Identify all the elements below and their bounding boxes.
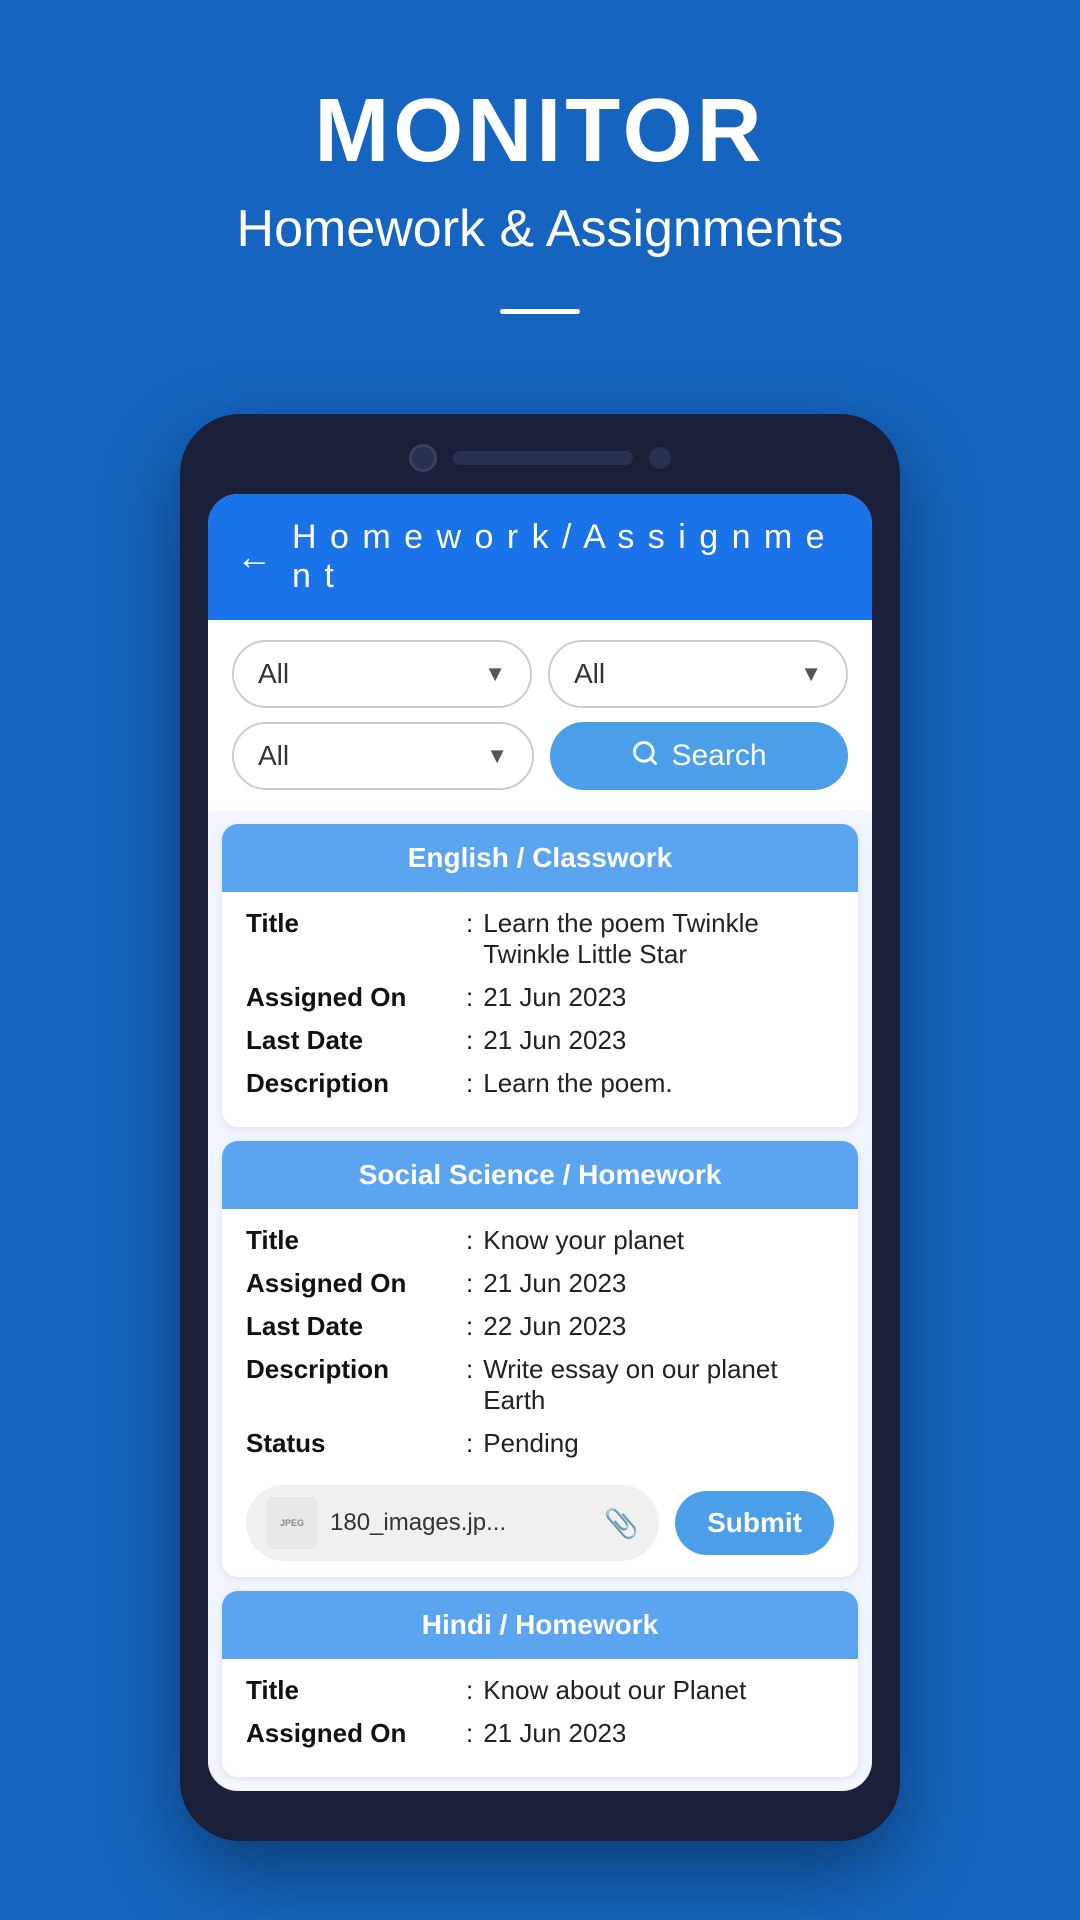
field-label: Title bbox=[246, 1675, 466, 1706]
table-row: Status : Pending bbox=[246, 1428, 834, 1459]
field-label: Assigned On bbox=[246, 982, 466, 1013]
submit-button[interactable]: Submit bbox=[675, 1491, 834, 1555]
field-value: Learn the poem Twinkle Twinkle Little St… bbox=[483, 908, 834, 970]
card-header-social-science: Social Science / Homework bbox=[222, 1141, 858, 1209]
field-value: Know about our Planet bbox=[483, 1675, 834, 1706]
colon: : bbox=[466, 1225, 473, 1256]
main-title: MONITOR bbox=[314, 80, 765, 183]
field-label: Last Date bbox=[246, 1025, 466, 1056]
field-value: 22 Jun 2023 bbox=[483, 1311, 834, 1342]
search-button[interactable]: Search bbox=[550, 722, 848, 790]
filters-section: All ▼ All ▼ All ▼ bbox=[208, 620, 872, 810]
file-name: 180_images.jp... bbox=[330, 1509, 592, 1537]
field-label: Status bbox=[246, 1428, 466, 1459]
dropdown-filter-1[interactable]: All ▼ bbox=[232, 640, 532, 708]
field-value: 21 Jun 2023 bbox=[483, 1268, 834, 1299]
phone-mockup: ← H o m e w o r k / A s s i g n m e n t … bbox=[180, 414, 900, 1841]
attachment-icon: 📎 bbox=[604, 1507, 639, 1540]
field-label: Last Date bbox=[246, 1311, 466, 1342]
dropdown-value-1: All bbox=[258, 658, 289, 690]
colon: : bbox=[466, 1025, 473, 1056]
back-button[interactable]: ← bbox=[236, 536, 272, 578]
phone-camera bbox=[409, 444, 437, 472]
colon: : bbox=[466, 1268, 473, 1299]
card-body-social-science: Title : Know your planet Assigned On : 2… bbox=[222, 1209, 858, 1577]
screen-title: H o m e w o r k / A s s i g n m e n t bbox=[292, 518, 844, 596]
field-label: Description bbox=[246, 1068, 466, 1099]
table-row: Assigned On : 21 Jun 2023 bbox=[246, 982, 834, 1013]
assignment-card-english: English / Classwork Title : Learn the po… bbox=[222, 824, 858, 1127]
file-submit-row: JPEG 180_images.jp... 📎 Submit bbox=[246, 1475, 834, 1561]
status-badge: Pending bbox=[483, 1428, 834, 1459]
header-section: MONITOR Homework & Assignments bbox=[0, 0, 1080, 354]
field-value: 21 Jun 2023 bbox=[483, 1025, 834, 1056]
phone-speaker bbox=[453, 451, 633, 465]
table-row: Description : Learn the poem. bbox=[246, 1068, 834, 1099]
phone-sensor bbox=[649, 447, 671, 469]
table-row: Assigned On : 21 Jun 2023 bbox=[246, 1718, 834, 1749]
assignment-card-social-science: Social Science / Homework Title : Know y… bbox=[222, 1141, 858, 1577]
card-header-text-hindi: Hindi / Homework bbox=[422, 1609, 658, 1640]
file-chip[interactable]: JPEG 180_images.jp... 📎 bbox=[246, 1485, 659, 1561]
table-row: Title : Know your planet bbox=[246, 1225, 834, 1256]
file-icon: JPEG bbox=[266, 1497, 318, 1549]
card-header-text-social-science: Social Science / Homework bbox=[359, 1159, 722, 1190]
assignments-list: English / Classwork Title : Learn the po… bbox=[208, 824, 872, 1777]
card-body-english: Title : Learn the poem Twinkle Twinkle L… bbox=[222, 892, 858, 1127]
screen-header: ← H o m e w o r k / A s s i g n m e n t bbox=[208, 494, 872, 620]
field-label: Description bbox=[246, 1354, 466, 1385]
field-value: 21 Jun 2023 bbox=[483, 1718, 834, 1749]
phone-notch-bar bbox=[208, 444, 872, 472]
table-row: Title : Learn the poem Twinkle Twinkle L… bbox=[246, 908, 834, 970]
divider bbox=[500, 309, 580, 314]
table-row: Last Date : 21 Jun 2023 bbox=[246, 1025, 834, 1056]
field-value: Write essay on our planet Earth bbox=[483, 1354, 834, 1416]
dropdown-value-3: All bbox=[258, 740, 289, 772]
dropdown-filter-2[interactable]: All ▼ bbox=[548, 640, 848, 708]
field-label: Assigned On bbox=[246, 1268, 466, 1299]
search-icon bbox=[631, 739, 659, 774]
colon: : bbox=[466, 1354, 473, 1385]
card-header-english: English / Classwork bbox=[222, 824, 858, 892]
colon: : bbox=[466, 1428, 473, 1459]
chevron-down-icon: ▼ bbox=[484, 661, 506, 687]
card-header-text-english: English / Classwork bbox=[408, 842, 673, 873]
filters-row-2: All ▼ Search bbox=[232, 722, 848, 790]
field-value: Learn the poem. bbox=[483, 1068, 834, 1099]
field-label: Assigned On bbox=[246, 1718, 466, 1749]
filters-row-1: All ▼ All ▼ bbox=[232, 640, 848, 708]
colon: : bbox=[466, 1675, 473, 1706]
table-row: Last Date : 22 Jun 2023 bbox=[246, 1311, 834, 1342]
field-label: Title bbox=[246, 908, 466, 939]
card-header-hindi: Hindi / Homework bbox=[222, 1591, 858, 1659]
dropdown-filter-3[interactable]: All ▼ bbox=[232, 722, 534, 790]
phone-screen: ← H o m e w o r k / A s s i g n m e n t … bbox=[208, 494, 872, 1791]
field-value: Know your planet bbox=[483, 1225, 834, 1256]
assignment-card-hindi: Hindi / Homework Title : Know about our … bbox=[222, 1591, 858, 1777]
table-row: Title : Know about our Planet bbox=[246, 1675, 834, 1706]
field-label: Title bbox=[246, 1225, 466, 1256]
dropdown-value-2: All bbox=[574, 658, 605, 690]
colon: : bbox=[466, 1068, 473, 1099]
table-row: Assigned On : 21 Jun 2023 bbox=[246, 1268, 834, 1299]
submit-label: Submit bbox=[707, 1507, 802, 1538]
search-label: Search bbox=[671, 739, 766, 773]
field-value: 21 Jun 2023 bbox=[483, 982, 834, 1013]
colon: : bbox=[466, 908, 473, 939]
sub-title: Homework & Assignments bbox=[237, 199, 844, 259]
colon: : bbox=[466, 982, 473, 1013]
chevron-down-icon-2: ▼ bbox=[800, 661, 822, 687]
colon: : bbox=[466, 1718, 473, 1749]
table-row: Description : Write essay on our planet … bbox=[246, 1354, 834, 1416]
chevron-down-icon-3: ▼ bbox=[486, 743, 508, 769]
colon: : bbox=[466, 1311, 473, 1342]
card-body-hindi: Title : Know about our Planet Assigned O… bbox=[222, 1659, 858, 1777]
